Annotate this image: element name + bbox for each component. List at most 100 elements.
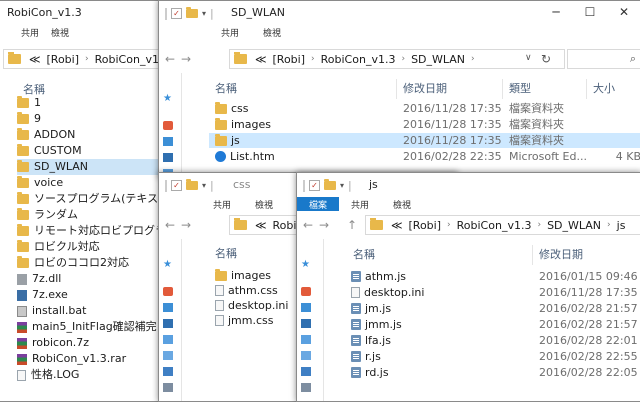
list-item[interactable]: RobiCon_v1.3.rar [17,351,167,367]
customize-arrow-icon[interactable]: ▾ [202,9,206,18]
list-item[interactable]: SD_WLAN [17,159,167,175]
tab-share[interactable]: 共用 [209,25,251,43]
star-icon[interactable]: ★ [163,93,172,104]
pane-divider[interactable] [181,239,182,401]
address-bar[interactable]: ≪ [Robi] › RobiCon_v1.3 › SD_WLAN › [229,49,565,69]
list-item[interactable]: robicon.7z [17,335,167,351]
drive-icon[interactable] [163,383,173,392]
title-bar[interactable]: ✓ ▾ | js [297,173,640,197]
new-folder-icon[interactable] [324,179,336,190]
table-row[interactable]: r.js 2016/02/28 22:55 [351,349,640,364]
breadcrumb-robi[interactable]: [Robi] [47,53,80,66]
table-row[interactable]: List.htm 2016/02/28 22:35 Microsoft Ed... 4… [209,149,640,164]
music-icon[interactable] [301,351,311,360]
column-header-name[interactable]: 名稱 [209,79,397,99]
onedrive-icon[interactable] [301,287,311,296]
breadcrumb-sd-wlan[interactable]: SD_WLAN [411,53,465,66]
list-item[interactable]: 7z.dll [17,271,167,287]
properties-icon[interactable]: ✓ [171,8,182,19]
column-header-date[interactable]: 修改日期 [533,245,640,265]
downloads-icon[interactable] [301,319,311,328]
breadcrumb-overflow[interactable]: ≪ [255,53,267,66]
star-icon[interactable]: ★ [301,259,310,270]
forward-icon[interactable]: → [181,218,191,232]
list-item[interactable]: ソースプログラム(テキス [17,191,167,207]
column-header-type[interactable]: 類型 [503,79,587,99]
up-icon[interactable]: ↑ [347,218,357,232]
breadcrumb-robicon[interactable]: RobiCon_v1.3 [457,219,532,232]
videos-icon[interactable] [163,367,173,376]
breadcrumb-robicon[interactable]: RobiCon_v1.3 [321,53,396,66]
list-item[interactable]: 7z.exe [17,287,167,303]
breadcrumb-sd-wlan[interactable]: SD_WLAN [547,219,601,232]
table-row[interactable]: js 2016/11/28 17:35 檔案資料夾 [209,133,640,148]
new-folder-icon[interactable] [186,7,198,18]
breadcrumb-overflow[interactable]: ≪ [391,219,403,232]
list-item[interactable]: リモート対応ロビプログラ [17,223,167,239]
list-item[interactable]: 性格.LOG [17,367,167,383]
new-folder-icon[interactable] [186,179,198,190]
onedrive-icon[interactable] [163,287,173,296]
downloads-icon[interactable] [163,153,173,162]
back-icon[interactable]: ← [165,218,175,232]
breadcrumb-robi[interactable]: [Robi] [409,219,442,232]
address-bar[interactable]: ≪ [Robi] › RobiCon_v1.3 › SD_WLAN › js [365,215,640,235]
tab-share[interactable]: 共用 [7,25,45,43]
list-item[interactable]: 9 [17,111,167,127]
downloads-icon[interactable] [163,319,173,328]
breadcrumb-js[interactable]: js [617,219,626,232]
column-header-name[interactable]: 名稱 [347,245,533,265]
list-item[interactable]: main5_InitFlag確認補完 [17,319,167,335]
pane-divider[interactable] [323,239,324,401]
desktop-icon[interactable] [301,303,311,312]
table-row[interactable]: athm.js 2016/01/15 09:46 [351,269,640,284]
list-item[interactable]: ランダム [17,207,167,223]
list-item[interactable]: install.bat [17,303,167,319]
videos-icon[interactable] [301,367,311,376]
desktop-icon[interactable] [163,137,173,146]
properties-icon[interactable]: ✓ [171,180,182,191]
star-icon[interactable]: ★ [163,259,172,270]
column-header-size[interactable]: 大小 [587,79,640,99]
address-bar[interactable]: ≪ [Robi] › RobiCon_v1.3 [3,49,167,69]
table-row[interactable]: rd.js 2016/02/28 22:05 [351,365,640,380]
list-item[interactable]: CUSTOM [17,143,167,159]
desktop-icon[interactable] [163,303,173,312]
list-item[interactable]: voice [17,175,167,191]
list-item[interactable]: ADDON [17,127,167,143]
title-bar[interactable]: RobiCon_v1.3 [0,1,167,25]
search-input[interactable]: ⌕ [567,49,640,69]
column-header-name[interactable]: 名稱 [215,245,237,261]
table-row[interactable]: jmm.js 2016/02/28 21:57 [351,317,640,332]
breadcrumb-robi[interactable]: [Robi] [273,53,306,66]
music-icon[interactable] [163,351,173,360]
table-row[interactable]: css 2016/11/28 17:35 檔案資料夾 [209,101,640,116]
refresh-button[interactable]: ↻ [541,52,551,66]
table-row[interactable]: lfa.js 2016/02/28 22:01 [351,333,640,348]
back-icon[interactable]: ← [165,52,175,66]
breadcrumb-overflow[interactable]: ≪ [255,219,267,232]
list-item[interactable]: ロビクル対応 [17,239,167,255]
back-icon[interactable]: ← [303,218,313,232]
forward-icon[interactable]: → [319,218,329,232]
title-bar[interactable]: ✓ ▾ | SD_WLAN ─ ☐ ✕ [159,1,640,25]
drive-icon[interactable] [301,383,311,392]
table-row[interactable]: jm.js 2016/02/28 21:57 [351,301,640,316]
table-row[interactable]: desktop.ini 2016/11/28 17:35 [351,285,640,300]
table-row[interactable]: images 2016/11/28 17:35 檔案資料夾 [209,117,640,132]
close-button[interactable]: ✕ [607,1,640,23]
onedrive-icon[interactable] [163,121,173,130]
customize-arrow-icon[interactable]: ▾ [340,181,344,190]
customize-arrow-icon[interactable]: ▾ [202,181,206,190]
dropdown-arrow-icon[interactable]: ∨ [525,53,532,63]
forward-icon[interactable]: → [181,52,191,66]
pane-divider[interactable] [181,73,182,177]
breadcrumb-robicon[interactable]: RobiCon_v1.3 [95,53,167,66]
list-item[interactable]: ロビのココロ2対応 [17,255,167,271]
list-item[interactable]: 1 [17,95,167,111]
tab-view[interactable]: 檢視 [251,25,293,43]
breadcrumb-overflow[interactable]: ≪ [29,53,41,66]
tab-view[interactable]: 檢視 [45,25,75,43]
pictures-icon[interactable] [301,335,311,344]
column-header-date[interactable]: 修改日期 [397,79,503,99]
